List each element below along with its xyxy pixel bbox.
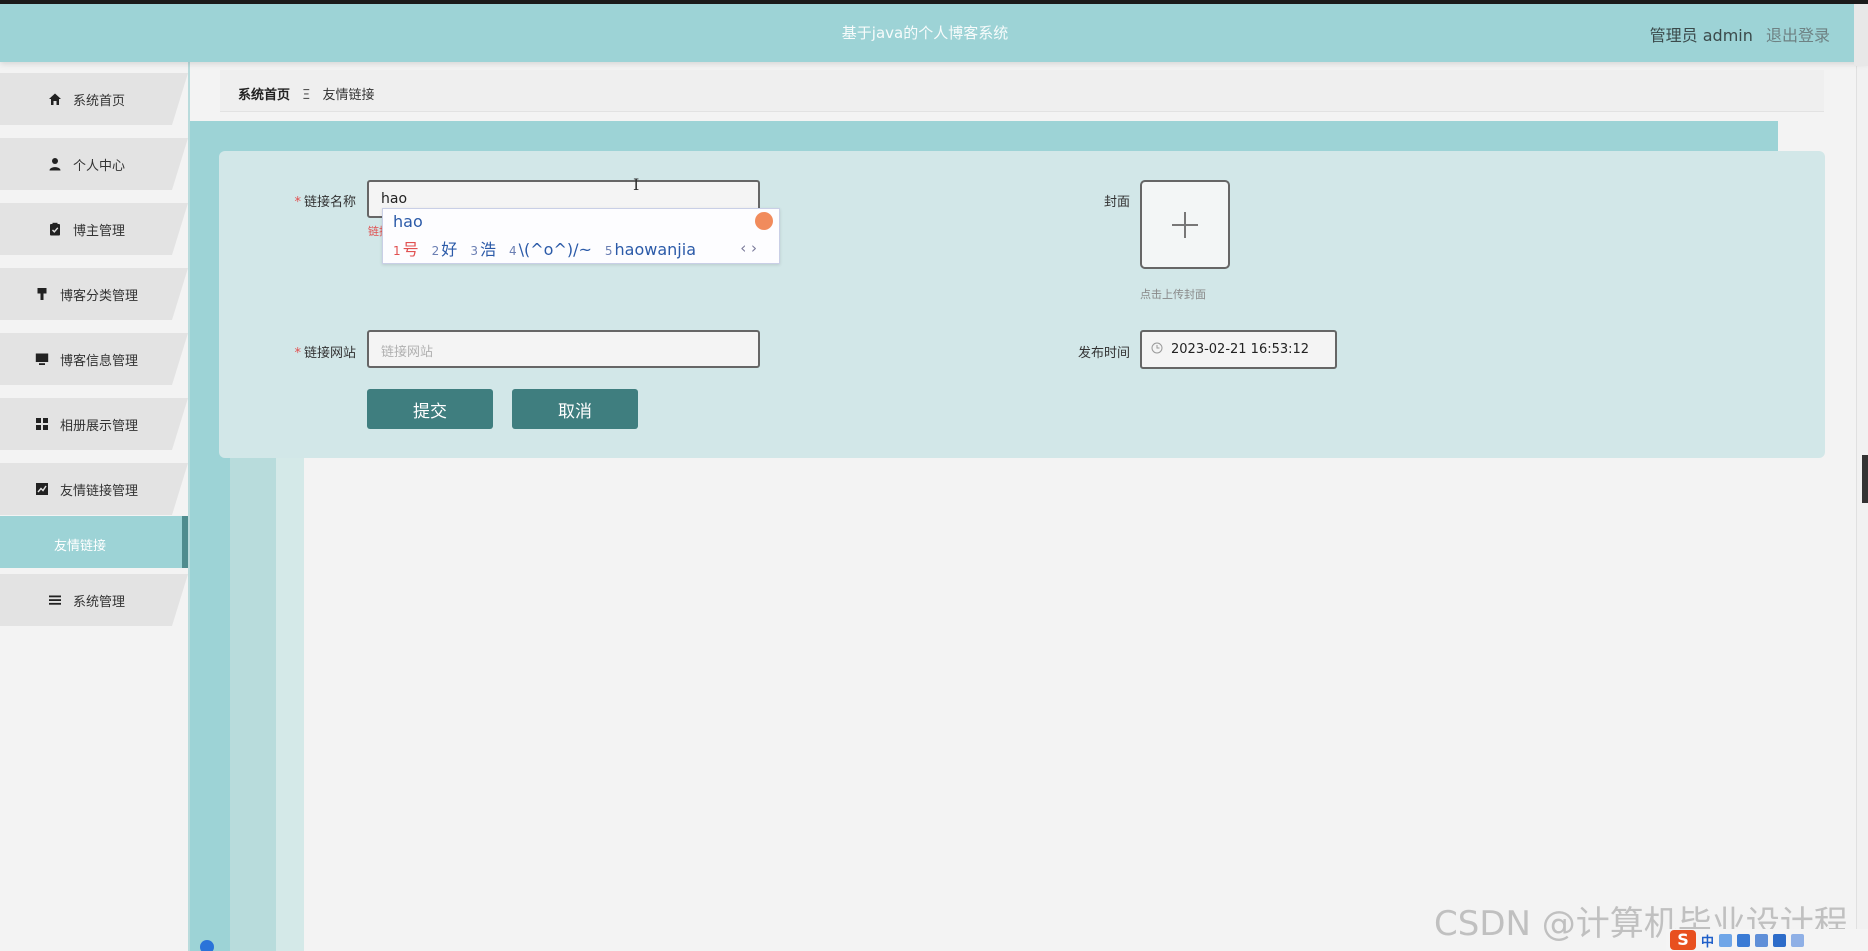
- sidebar-item-blog-categories[interactable]: 博客分类管理: [0, 268, 188, 320]
- link-name-label: * 链接名称: [294, 195, 356, 210]
- clock-icon: [1151, 342, 1163, 358]
- sidebar-item-label: 博客信息管理: [59, 353, 138, 369]
- ime-candidate-popup: hao 1号 2好 3浩 4 \(^o^)/~ 5 haowanjia ‹ ›: [382, 208, 780, 264]
- breadcrumb-home[interactable]: 系统首页: [238, 88, 290, 103]
- ime-page-nav[interactable]: ‹ ›: [740, 239, 757, 257]
- sidebar-item-profile[interactable]: 个人中心: [0, 138, 188, 190]
- submit-button[interactable]: 提交: [367, 389, 493, 429]
- sidebar-item-label: 博主管理: [72, 223, 125, 239]
- ime-toolbar: S 中: [1666, 929, 1868, 951]
- user-area: 管理员 admin 退出登录: [1650, 22, 1830, 46]
- toolbox-icon[interactable]: [1791, 933, 1805, 947]
- sidebar-item-label: 系统管理: [72, 594, 125, 610]
- scrollbar-thumb[interactable]: [1862, 455, 1868, 503]
- ime-lang-toggle[interactable]: 中: [1701, 931, 1714, 950]
- ime-composition: hao: [393, 212, 423, 231]
- page-scrollbar[interactable]: [1856, 62, 1868, 951]
- ime-candidate[interactable]: 2好: [432, 236, 458, 260]
- cover-label: 封面: [1103, 195, 1130, 210]
- breadcrumb: 系统首页 Ξ 友情链接: [220, 70, 1824, 112]
- sogou-logo-icon[interactable]: S: [1670, 930, 1696, 950]
- user-icon: [47, 156, 63, 172]
- publish-time-label: 发布时间: [1077, 346, 1130, 361]
- app-title: 基于java的个人博客系统: [841, 24, 1009, 42]
- ime-candidate[interactable]: 5 haowanjia: [605, 240, 696, 259]
- publish-time-input[interactable]: 2023-02-21 16:53:12: [1140, 330, 1337, 369]
- breadcrumb-current: 友情链接: [322, 88, 375, 103]
- sidebar-item-home[interactable]: 系统首页: [0, 73, 188, 125]
- sidebar-item-blog-info[interactable]: 博客信息管理: [0, 333, 188, 385]
- top-bar: 基于java的个人博客系统 管理员 admin 退出登录: [0, 0, 1868, 66]
- microphone-icon[interactable]: [1737, 933, 1751, 947]
- link-url-input[interactable]: 链接网站: [367, 330, 760, 368]
- top-scrollbar: [1854, 4, 1868, 66]
- ime-logo-icon: [755, 212, 773, 230]
- skin-icon[interactable]: [1773, 933, 1787, 947]
- brush-icon: [34, 286, 50, 302]
- ime-candidate[interactable]: 1号: [393, 236, 419, 260]
- sidebar-item-bloggers[interactable]: 博主管理: [0, 203, 188, 255]
- plus-icon: [1172, 211, 1198, 238]
- decorative-band: [190, 121, 1778, 151]
- chart-icon: [34, 481, 50, 497]
- ime-candidate[interactable]: 3浩: [470, 236, 496, 260]
- required-mark: *: [294, 195, 301, 210]
- cancel-button[interactable]: 取消: [512, 389, 638, 429]
- sidebar-item-label: 博客分类管理: [59, 288, 138, 304]
- sidebar-item-label: 相册展示管理: [59, 418, 138, 434]
- grid-icon: [34, 416, 50, 432]
- link-url-label: * 链接网站: [294, 346, 356, 361]
- user-name: 管理员 admin: [1649, 26, 1753, 45]
- ime-candidate[interactable]: 4 \(^o^)/~: [509, 240, 592, 259]
- sidebar-item-label: 友情链接管理: [59, 483, 138, 499]
- sidebar: 系统首页 个人中心 博主管理 博客分类管理 博客信息管理 相册展示管理 友情链接…: [0, 62, 190, 951]
- sidebar-item-album[interactable]: 相册展示管理: [0, 398, 188, 450]
- sidebar-item-system[interactable]: 系统管理: [0, 574, 188, 626]
- punctuation-icon[interactable]: [1719, 933, 1733, 947]
- publish-time-value: 2023-02-21 16:53:12: [1171, 342, 1310, 357]
- sidebar-item-label: 系统首页: [72, 93, 125, 109]
- monitor-icon: [34, 351, 50, 367]
- ime-candidates: 1号 2好 3浩 4 \(^o^)/~ 5 haowanjia: [393, 236, 709, 260]
- text-cursor-icon: I: [633, 175, 640, 194]
- breadcrumb-separator: Ξ: [302, 88, 311, 103]
- clipboard-icon: [47, 221, 63, 237]
- logout-link[interactable]: 退出登录: [1766, 26, 1830, 45]
- cover-upload-hint: 点击上传封面: [1140, 288, 1206, 301]
- keyboard-icon[interactable]: [1755, 933, 1769, 947]
- sidebar-item-friend-links[interactable]: 友情链接管理: [0, 463, 188, 515]
- status-dot: [200, 940, 214, 951]
- cover-upload-button[interactable]: [1140, 180, 1230, 269]
- link-name-error: 链接: [368, 225, 382, 238]
- sidebar-item-label: 个人中心: [72, 158, 125, 174]
- home-icon: [47, 91, 63, 107]
- sidebar-subitem-friend-link[interactable]: 友情链接: [0, 516, 188, 568]
- menu-icon: [47, 592, 63, 608]
- required-mark: *: [294, 346, 301, 361]
